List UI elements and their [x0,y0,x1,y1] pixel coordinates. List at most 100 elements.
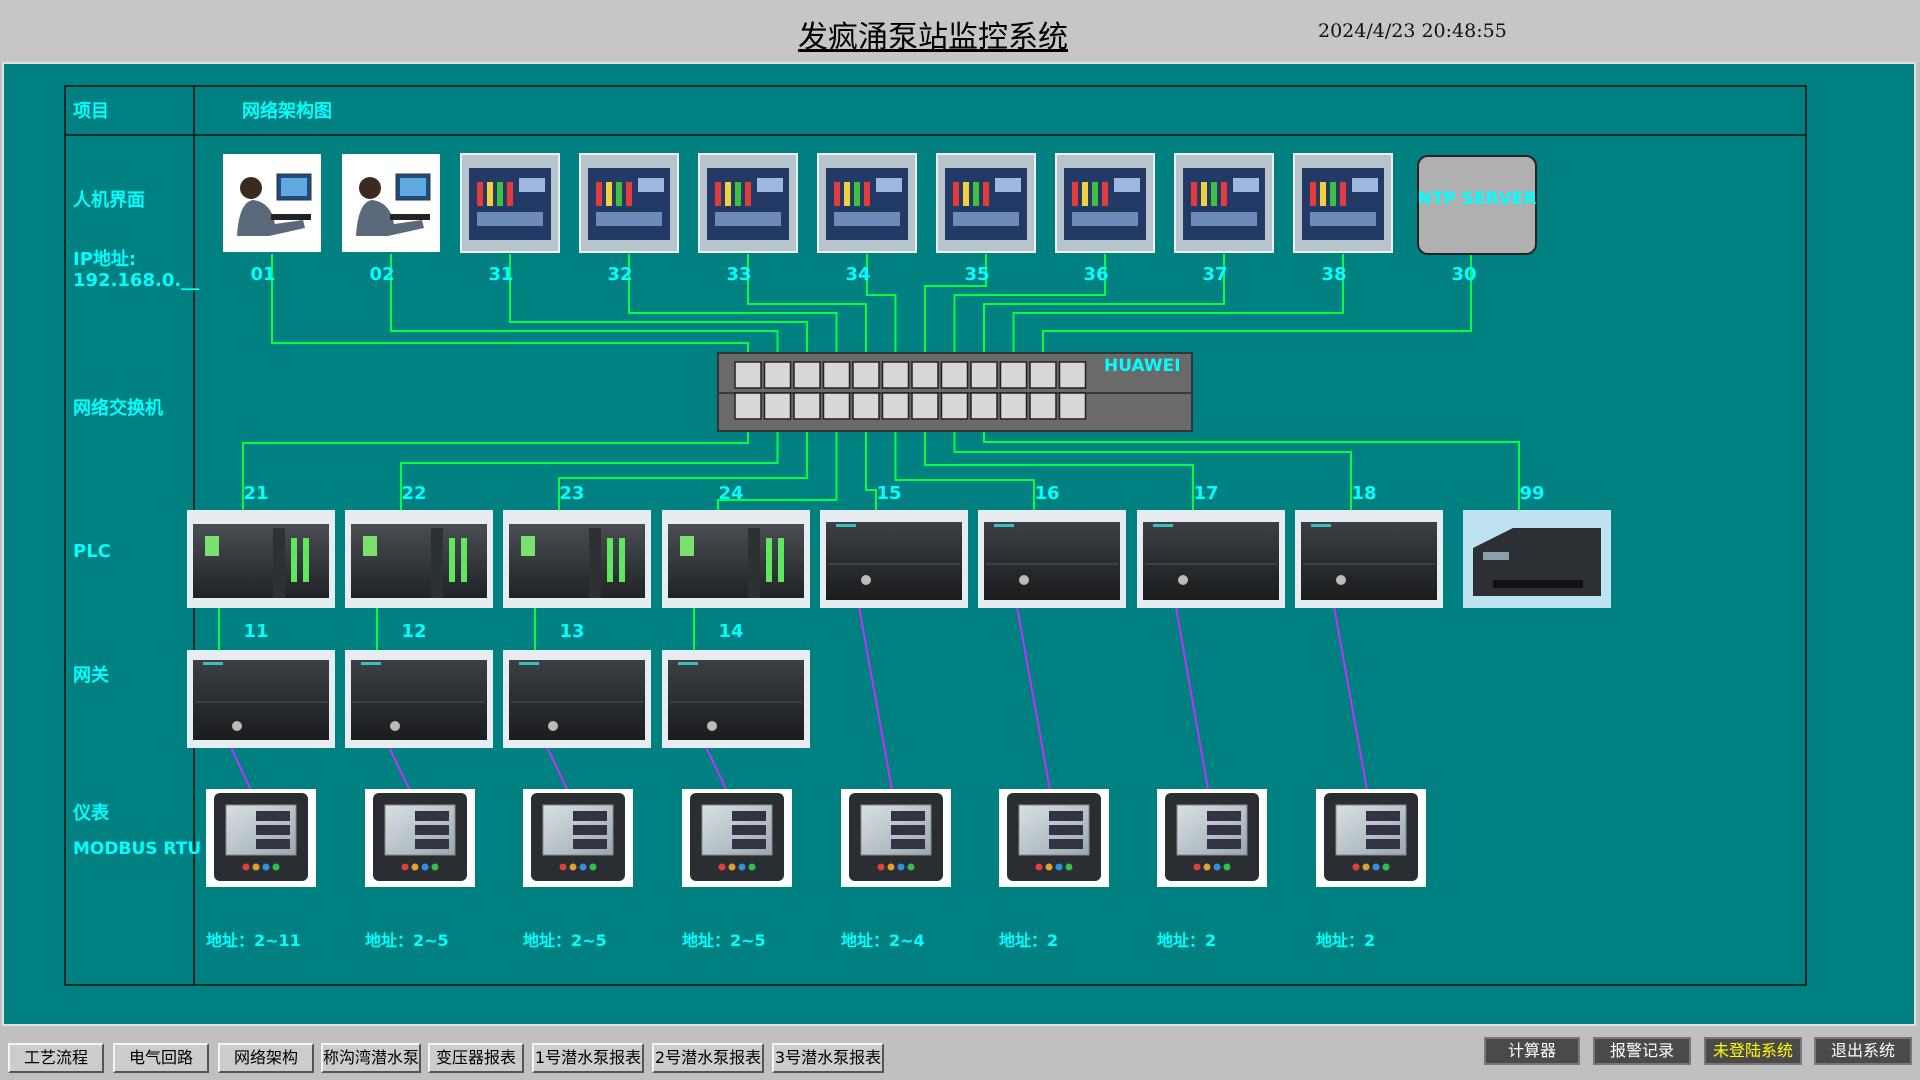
plc-node-number: 24 [718,483,744,504]
nav-electrical-circuit-button[interactable]: 电气回路 [113,1043,209,1073]
hmi-panel-icon [1174,153,1274,253]
power-meter-icon [841,789,951,887]
meter-address-label: 地址：2 [1157,931,1217,950]
switch-port [793,392,821,420]
row-label-hmi: 人机界面 [73,190,145,211]
rs485-link [1330,589,1372,813]
power-meter-icon [1157,789,1267,887]
switch-port [1058,392,1087,420]
network-switch: HUAWEI [717,352,1193,432]
switch-port [1029,361,1057,389]
switch-port [1058,361,1087,389]
nav-pump1-report-button[interactable]: 1号潜水泵报表 [532,1043,644,1073]
plc-compact-icon [1137,510,1285,608]
gateway-node-number: 11 [243,621,269,642]
hmi-node-number: 30 [1451,264,1477,285]
switch-port [911,392,939,420]
exit-system-button[interactable]: 退出系统 [1814,1037,1912,1065]
operator-workstation-icon [223,154,321,252]
switch-brand: HUAWEI [1104,356,1181,376]
hmi-node-number: 33 [726,264,752,285]
gateway-node-number: 12 [401,621,427,642]
row-label-switch: 网络交换机 [73,398,163,419]
plc-cpu-icon [345,510,493,608]
power-meter-icon [1316,789,1426,887]
hmi-node-number: 37 [1202,264,1228,285]
hmi-panel-icon [579,153,679,253]
switch-port [911,361,939,389]
hmi-panel-icon [1055,153,1155,253]
switch-port [852,361,880,389]
calculator-button[interactable]: 计算器 [1484,1037,1580,1065]
hmi-node-number: 34 [845,264,871,285]
row-label-meter: 仪表 [73,803,109,824]
plc-node-number: 16 [1034,483,1060,504]
power-meter-icon [682,789,792,887]
meter-address-label: 地址：2~5 [523,931,607,950]
gateway-node-number: 13 [559,621,585,642]
plc-cpu-icon [503,510,651,608]
hmi-node-number: 38 [1321,264,1347,285]
plc-node-number: 18 [1351,483,1377,504]
switch-port [970,361,998,389]
hmi-panel-icon [936,153,1036,253]
gateway-icon [662,650,810,748]
rs485-link [1172,589,1213,813]
hmi-node-number: 36 [1083,264,1109,285]
hmi-node-number: 02 [369,264,395,285]
hmi-node-number: 32 [607,264,633,285]
col-header-diagram: 网络架构图 [242,101,332,122]
switch-port [940,361,969,389]
plc-node-number: 22 [401,483,427,504]
nav-pump-button[interactable]: 称沟湾潜水泵 [321,1043,421,1073]
printer-icon [1463,510,1611,608]
switch-port [734,392,762,420]
plc-compact-icon [978,510,1126,608]
switch-port [763,361,792,389]
meter-address-label: 地址：2~11 [206,931,301,950]
nav-pump2-report-button[interactable]: 2号潜水泵报表 [652,1043,764,1073]
hmi-node-number: 01 [250,264,276,285]
gateway-icon [503,650,651,748]
rs485-link [1013,589,1055,813]
row-label-meter-protocol: MODBUS RTU [73,839,202,859]
hmi-node-number: 35 [964,264,990,285]
switch-port [822,361,851,389]
gateway-node-number: 14 [718,621,744,642]
switch-port [1029,392,1057,420]
nav-transformer-report-button[interactable]: 变压器报表 [428,1043,524,1073]
switch-port [881,361,910,389]
switch-port [793,361,821,389]
login-status-button[interactable]: 未登陆系统 [1704,1037,1802,1065]
switch-port [999,361,1028,389]
meter-address-label: 地址：2~5 [682,931,766,950]
switch-port [970,392,998,420]
row-label-gateway: 网关 [73,665,109,686]
plc-cpu-icon [187,510,335,608]
switch-port [999,392,1028,420]
nav-pump3-report-button[interactable]: 3号潜水泵报表 [772,1043,884,1073]
gateway-icon [187,650,335,748]
plc-node-number: 17 [1193,483,1219,504]
plc-node-number: 23 [559,483,585,504]
nav-process-flow-button[interactable]: 工艺流程 [8,1043,104,1073]
switch-port [734,361,762,389]
row-label-ip: IP地址: [73,249,137,270]
switch-port [822,392,851,420]
meter-address-label: 地址：2 [999,931,1059,950]
gateway-icon [345,650,493,748]
power-meter-icon [523,789,633,887]
power-meter-icon [999,789,1109,887]
row-label-plc: PLC [73,541,111,562]
row-label-ip-prefix: 192.168.0.__ [73,270,200,291]
rs485-link [855,589,897,813]
power-meter-icon [206,789,316,887]
col-header-item: 项目 [73,101,109,122]
meter-address-label: 地址：2~4 [841,931,925,950]
power-meter-icon [365,789,475,887]
hmi-node-number: 31 [488,264,514,285]
switch-port [763,392,792,420]
nav-network-arch-button[interactable]: 网络架构 [218,1043,314,1073]
switch-port [940,392,969,420]
alarm-log-button[interactable]: 报警记录 [1593,1037,1691,1065]
